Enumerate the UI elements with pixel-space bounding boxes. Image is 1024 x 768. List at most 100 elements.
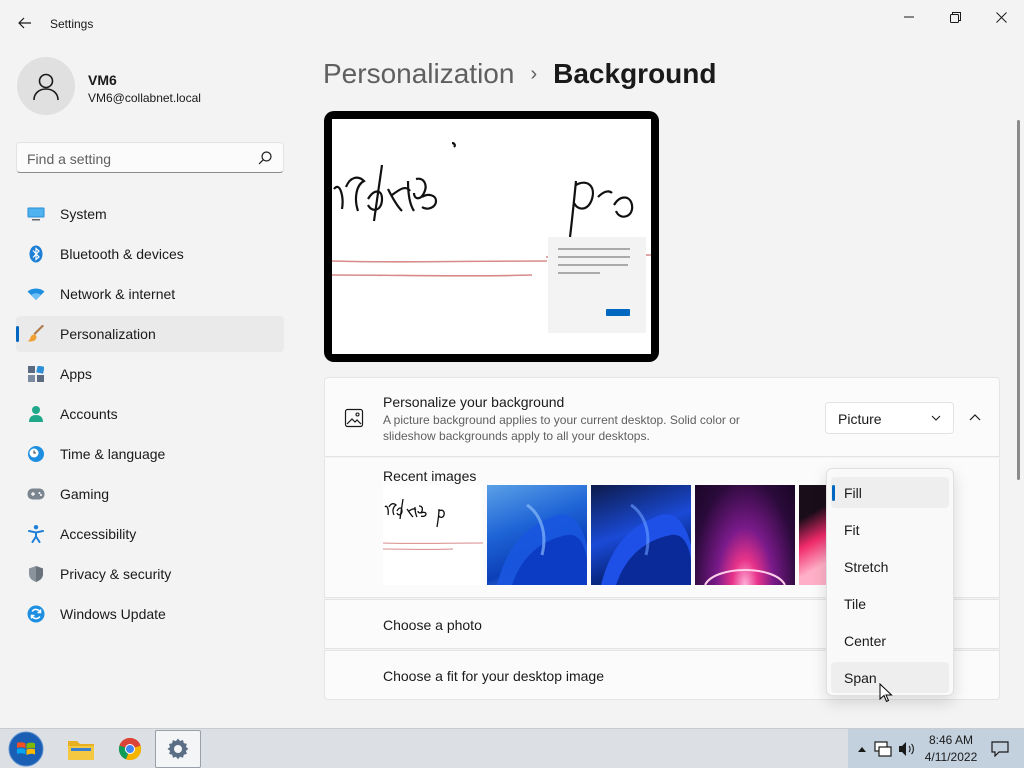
- shield-icon: [27, 565, 45, 583]
- fit-option-label: Span: [844, 670, 877, 686]
- scrollbar[interactable]: [1017, 120, 1020, 480]
- back-arrow-icon: [18, 17, 31, 29]
- fit-option-fit[interactable]: Fit: [831, 514, 949, 545]
- clock-time[interactable]: 8:46 AM: [926, 733, 976, 747]
- recent-images-label: Recent images: [383, 468, 477, 484]
- blue-bloom-wallpaper-image: [497, 503, 587, 585]
- nav-item-privacy-security[interactable]: Privacy & security: [16, 556, 284, 592]
- gear-icon: [167, 738, 189, 760]
- dark-blue-bloom-wallpaper-image: [601, 503, 691, 585]
- network-icon[interactable]: [874, 740, 892, 758]
- monitor-icon: [27, 205, 45, 223]
- choose-photo-label: Choose a photo: [383, 617, 482, 633]
- fit-option-center[interactable]: Center: [831, 625, 949, 656]
- choose-fit-label: Choose a fit for your desktop image: [383, 668, 605, 684]
- person-icon: [27, 405, 45, 423]
- chrome-button[interactable]: [107, 730, 153, 768]
- file-explorer-button[interactable]: [58, 730, 104, 768]
- close-button[interactable]: [978, 4, 1024, 30]
- nav-item-network[interactable]: Network & internet: [16, 276, 284, 312]
- minimize-button[interactable]: [886, 4, 932, 30]
- accessibility-icon: [27, 525, 45, 543]
- show-hidden-icons-button[interactable]: [853, 740, 871, 758]
- recent-image-thumbnail[interactable]: [383, 485, 483, 585]
- avatar[interactable]: [17, 57, 75, 115]
- volume-icon[interactable]: [898, 740, 916, 758]
- fit-option-label: Tile: [844, 596, 867, 612]
- purple-glow-wallpaper-image: [704, 569, 786, 585]
- background-type-value: Picture: [838, 411, 882, 427]
- nav-label: Gaming: [60, 486, 110, 502]
- restore-button[interactable]: [932, 4, 978, 30]
- nav-item-time-language[interactable]: Time & language: [16, 436, 284, 472]
- personalize-background-card: Personalize your background A picture ba…: [324, 377, 1000, 457]
- gamepad-icon: [27, 485, 45, 503]
- desktop-preview: [324, 111, 659, 362]
- user-email: VM6@collabnet.local: [88, 91, 201, 105]
- search-placeholder: Find a setting: [27, 151, 112, 167]
- chevron-up-icon: [969, 414, 981, 421]
- user-name: VM6: [88, 72, 117, 88]
- recent-image-thumbnail[interactable]: [487, 485, 587, 585]
- active-indicator: [16, 326, 19, 342]
- fit-option-tile[interactable]: Tile: [831, 588, 949, 619]
- fit-option-fill[interactable]: Fill: [831, 477, 949, 508]
- nav-label: Network & internet: [60, 286, 176, 302]
- clock-globe-icon: [27, 445, 45, 463]
- apps-icon: [27, 365, 45, 383]
- chrome-icon: [118, 737, 142, 761]
- breadcrumb: Personalization › Background: [323, 58, 716, 90]
- nav-item-system[interactable]: System: [16, 196, 284, 232]
- background-type-dropdown[interactable]: Picture: [825, 402, 954, 434]
- handwriting-thumbnail-image: [383, 498, 483, 550]
- nav-item-accessibility[interactable]: Accessibility: [16, 516, 284, 552]
- app-title: Settings: [50, 17, 94, 31]
- nav-label: Accessibility: [60, 526, 137, 542]
- brush-icon: [27, 325, 45, 343]
- fit-option-label: Stretch: [844, 559, 889, 575]
- start-button[interactable]: [4, 730, 48, 768]
- action-center-icon[interactable]: [991, 740, 1009, 758]
- nav-label: Apps: [60, 366, 92, 382]
- nav-label: Accounts: [60, 406, 118, 422]
- handwriting-wallpaper-image: [332, 141, 651, 333]
- nav-item-windows-update[interactable]: Windows Update: [16, 596, 284, 632]
- fit-option-stretch[interactable]: Stretch: [831, 551, 949, 582]
- image-icon: [344, 408, 364, 428]
- collapse-button[interactable]: [965, 408, 985, 428]
- title-bar: Settings: [0, 0, 1024, 48]
- folder-icon: [68, 741, 94, 760]
- background-description: A picture background applies to your cur…: [383, 413, 740, 443]
- back-button[interactable]: [14, 12, 36, 34]
- breadcrumb-parent[interactable]: Personalization: [323, 58, 514, 90]
- recent-image-thumbnail[interactable]: [591, 485, 691, 585]
- nav-label: Personalization: [60, 326, 156, 342]
- clock-date[interactable]: 4/11/2022: [920, 750, 982, 764]
- settings-button[interactable]: [155, 730, 201, 768]
- fit-option-label: Fill: [844, 485, 862, 501]
- chevron-up-icon: [858, 747, 866, 752]
- recent-image-thumbnail[interactable]: [799, 485, 829, 585]
- restore-icon: [949, 11, 961, 23]
- search-input[interactable]: Find a setting: [16, 142, 284, 173]
- recent-image-thumbnail[interactable]: [695, 485, 795, 585]
- minimize-icon: [904, 16, 914, 18]
- fit-option-label: Center: [844, 633, 887, 649]
- fit-dropdown-menu: Fill Fit Stretch Tile Center Span: [826, 468, 954, 696]
- nav-item-apps[interactable]: Apps: [16, 356, 284, 392]
- nav-item-gaming[interactable]: Gaming: [16, 476, 284, 512]
- nav-label: Windows Update: [60, 606, 166, 622]
- person-icon: [33, 73, 59, 101]
- taskbar: 8:46 AM 4/11/2022: [0, 728, 1024, 768]
- selected-indicator: [832, 485, 835, 501]
- wifi-icon: [27, 285, 45, 303]
- nav-item-accounts[interactable]: Accounts: [16, 396, 284, 432]
- update-icon: [27, 605, 45, 623]
- nav-item-personalization[interactable]: Personalization: [16, 316, 284, 352]
- nav-item-bluetooth[interactable]: Bluetooth & devices: [16, 236, 284, 272]
- bluetooth-icon: [27, 245, 45, 263]
- nav-label: Privacy & security: [60, 566, 172, 582]
- nav-label: Bluetooth & devices: [60, 246, 184, 262]
- background-title: Personalize your background: [383, 394, 565, 410]
- windows-logo-icon: [8, 731, 44, 767]
